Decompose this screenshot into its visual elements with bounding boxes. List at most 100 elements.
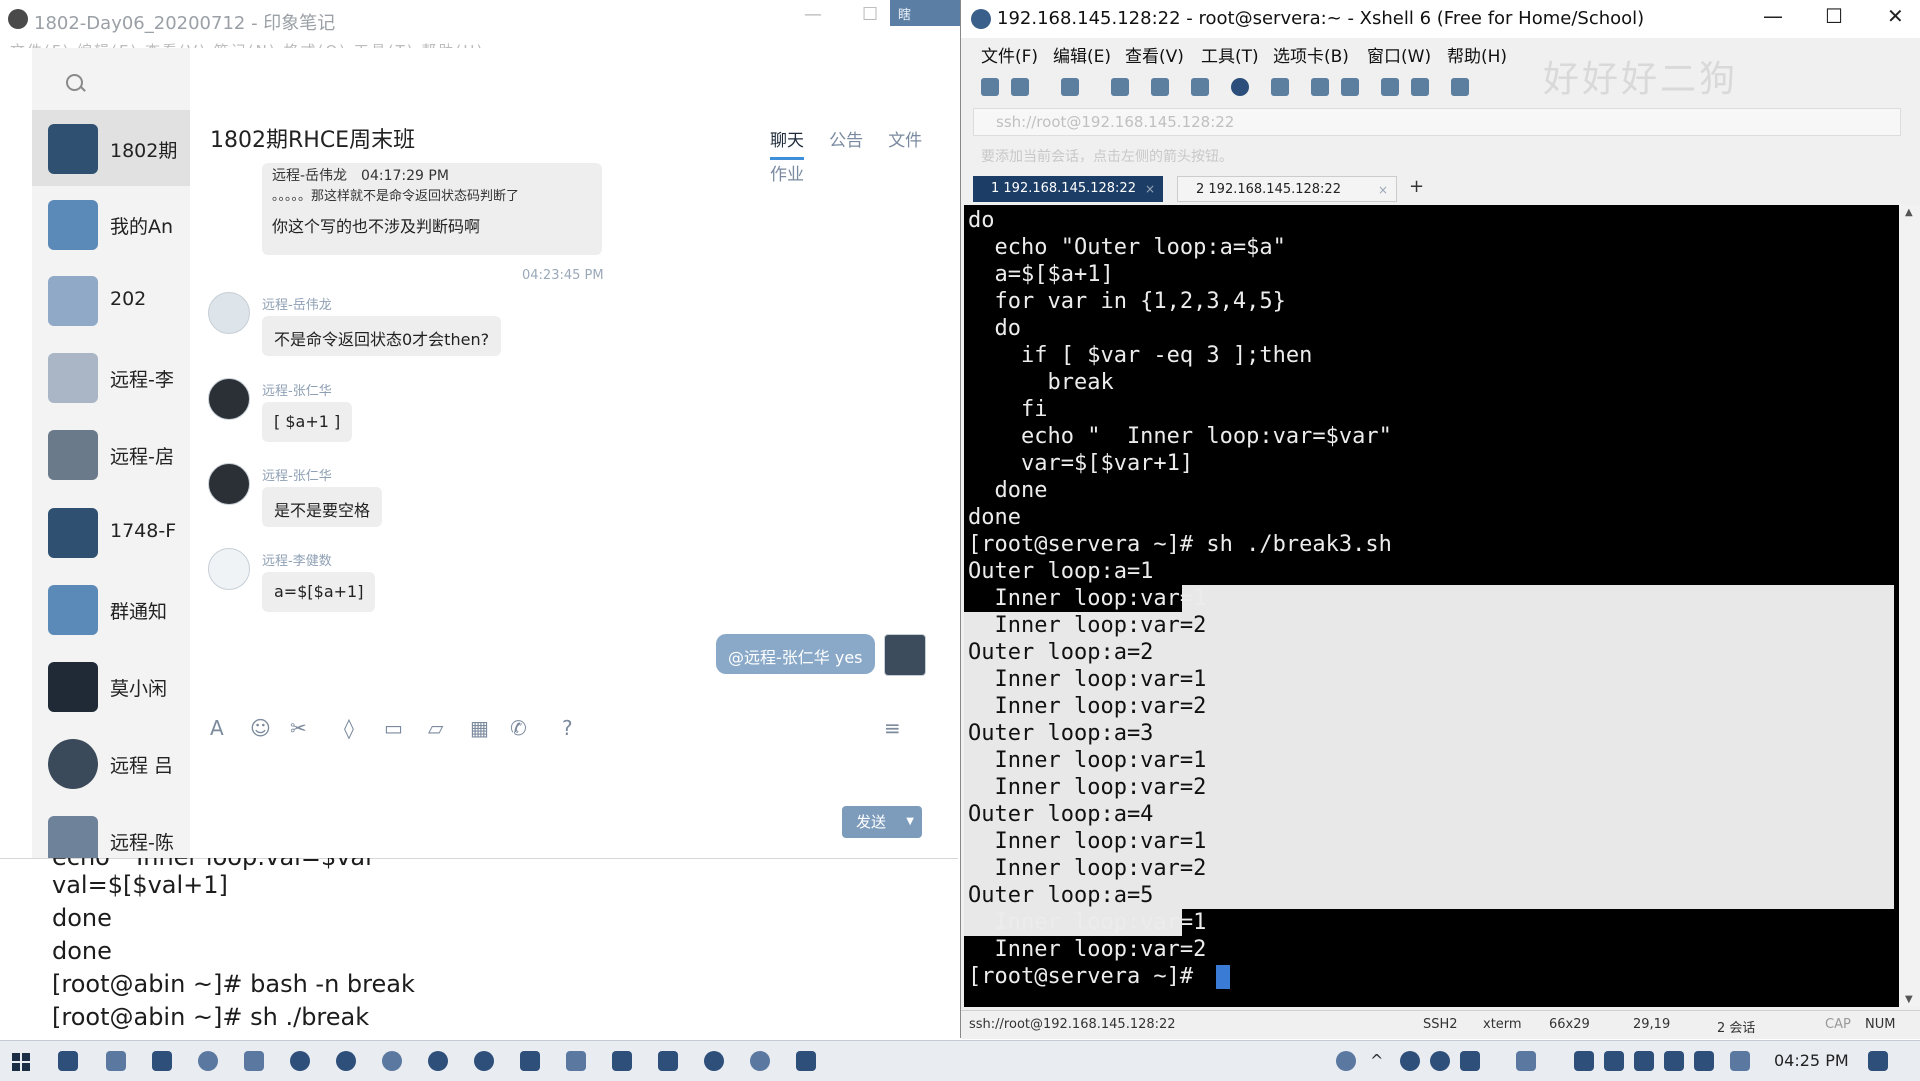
contact-item[interactable]: 远程-扂 [32, 416, 190, 492]
contact-item[interactable]: 我的An [32, 186, 190, 262]
menu-help[interactable]: 帮助(H) [1447, 42, 1507, 67]
tray-icon[interactable] [1516, 1051, 1536, 1071]
evernote-overflow-tab[interactable]: 瞎 [890, 0, 960, 26]
keyboard-icon[interactable] [1451, 78, 1469, 96]
xshell-taskbar-icon[interactable] [474, 1051, 494, 1071]
battery-icon[interactable] [1604, 1051, 1624, 1071]
menu-edit[interactable]: 编辑(E) [1053, 42, 1111, 67]
close-icon[interactable]: × [1145, 176, 1155, 202]
contact-item[interactable]: 远程-李 [32, 339, 190, 415]
new-session-icon[interactable] [981, 78, 999, 96]
app-icon[interactable] [336, 1051, 356, 1071]
menu-view[interactable]: 查看(V) [1125, 42, 1184, 67]
tab-chat[interactable]: 聊天 [770, 126, 804, 160]
my-avatar[interactable] [884, 634, 926, 676]
network-icon[interactable] [1634, 1051, 1654, 1071]
qq-search[interactable] [58, 68, 188, 98]
app-icon[interactable] [106, 1051, 126, 1071]
contact-item[interactable]: 1802期 [32, 110, 190, 186]
app-icon[interactable] [658, 1051, 678, 1071]
tray-icon[interactable] [1730, 1051, 1750, 1071]
emoji-icon[interactable]: ☺ [250, 716, 271, 740]
history-icon[interactable]: ≡ [884, 716, 901, 740]
app-icon[interactable] [152, 1051, 172, 1071]
chevron-up-icon[interactable]: ^ [1370, 1051, 1390, 1071]
phone-icon[interactable]: ✆ [510, 716, 527, 740]
contact-item[interactable]: 202 [32, 262, 190, 338]
scroll-down-icon[interactable]: ▼ [1905, 994, 1913, 1005]
app-icon[interactable] [520, 1051, 540, 1071]
help-icon[interactable]: ? [562, 716, 573, 740]
tray-icon[interactable] [1400, 1051, 1420, 1071]
image-icon[interactable]: ▭ [384, 716, 403, 740]
app-icon[interactable] [382, 1051, 402, 1071]
tray-icon[interactable] [1336, 1051, 1356, 1071]
fullscreen-icon[interactable] [1381, 78, 1399, 96]
app-icon[interactable] [704, 1051, 724, 1071]
scroll-up-icon[interactable]: ▲ [1905, 207, 1913, 218]
windows-start-icon[interactable] [12, 1053, 30, 1071]
contact-item[interactable]: 群通知 [32, 571, 190, 647]
maximize-icon[interactable]: ☐ [1825, 4, 1843, 28]
xftp-icon[interactable] [1311, 78, 1329, 96]
microphone-icon[interactable] [1574, 1051, 1594, 1071]
tab-files[interactable]: 文件 [888, 126, 922, 151]
search-icon[interactable] [1151, 78, 1169, 96]
app-icon[interactable] [428, 1051, 448, 1071]
terminal[interactable]: do echo "Outer loop:a=$a" a=$[$a+1] for … [964, 205, 1899, 1007]
contact-item[interactable]: 莫小闲 [32, 648, 190, 724]
search-icon[interactable] [66, 74, 83, 91]
open-folder-icon[interactable] [1011, 78, 1029, 96]
font-icon[interactable] [1271, 78, 1289, 96]
minimize-icon[interactable]: — [1763, 4, 1783, 28]
tab-announcement[interactable]: 公告 [829, 126, 863, 151]
volume-icon[interactable] [1664, 1051, 1684, 1071]
notification-icon[interactable] [1868, 1051, 1888, 1071]
gift-icon[interactable]: ▦ [470, 716, 489, 740]
contact-item[interactable]: 远程-陈 [32, 802, 190, 858]
shield-icon[interactable]: ◊ [344, 716, 354, 740]
contact-item[interactable]: 远程 吕 [32, 725, 190, 801]
disconnect-icon[interactable] [1061, 78, 1079, 96]
task-view-icon[interactable] [58, 1051, 78, 1071]
menu-tools[interactable]: 工具(T) [1201, 42, 1259, 67]
copy-icon[interactable] [1191, 78, 1209, 96]
sender-avatar[interactable] [208, 463, 250, 505]
app-icon[interactable] [796, 1051, 816, 1071]
minimize-icon[interactable]: — [804, 4, 822, 25]
font-icon[interactable]: A [210, 716, 224, 740]
menu-tabs[interactable]: 选项卡(B) [1273, 42, 1349, 67]
app-icon[interactable] [290, 1051, 310, 1071]
close-icon[interactable]: ✕ [1887, 4, 1904, 28]
app-icon[interactable] [198, 1051, 218, 1071]
sender-avatar[interactable] [208, 548, 250, 590]
terminal-scrollbar[interactable]: ▲ ▼ [1899, 205, 1920, 1007]
folder-icon[interactable]: ▱ [428, 716, 443, 740]
edge-icon[interactable] [244, 1051, 264, 1071]
app-icon[interactable] [612, 1051, 632, 1071]
maximize-icon[interactable]: ☐ [862, 4, 878, 25]
chevron-down-icon[interactable]: ▼ [906, 806, 914, 838]
xmanager-icon[interactable] [1341, 78, 1359, 96]
new-tab-icon[interactable]: + [1409, 176, 1424, 197]
tab-session-1[interactable]: 1 192.168.145.128:22 × [973, 176, 1163, 202]
close-icon[interactable]: × [1378, 177, 1388, 203]
tray-icon[interactable] [1430, 1051, 1450, 1071]
menu-window[interactable]: 窗口(W) [1367, 42, 1431, 67]
globe-icon[interactable] [1231, 78, 1249, 96]
properties-icon[interactable] [1111, 78, 1129, 96]
tab-session-2[interactable]: 2 192.168.145.128:22 × [1177, 176, 1397, 202]
app-icon[interactable] [566, 1051, 586, 1071]
tray-icon[interactable] [1460, 1051, 1480, 1071]
ime-icon[interactable] [1694, 1051, 1714, 1071]
menu-file[interactable]: 文件(F) [981, 42, 1038, 67]
lock-icon[interactable] [1411, 78, 1429, 96]
app-icon[interactable] [750, 1051, 770, 1071]
send-button[interactable]: 发送 ▼ [842, 806, 922, 838]
address-bar[interactable]: ssh://root@192.168.145.128:22 [973, 108, 1901, 136]
contact-item[interactable]: 1748-F [32, 494, 190, 570]
sender-avatar[interactable] [208, 378, 250, 420]
scissors-icon[interactable]: ✂ [290, 716, 307, 740]
tab-homework[interactable]: 作业 [770, 160, 804, 185]
sender-avatar[interactable] [208, 292, 250, 334]
